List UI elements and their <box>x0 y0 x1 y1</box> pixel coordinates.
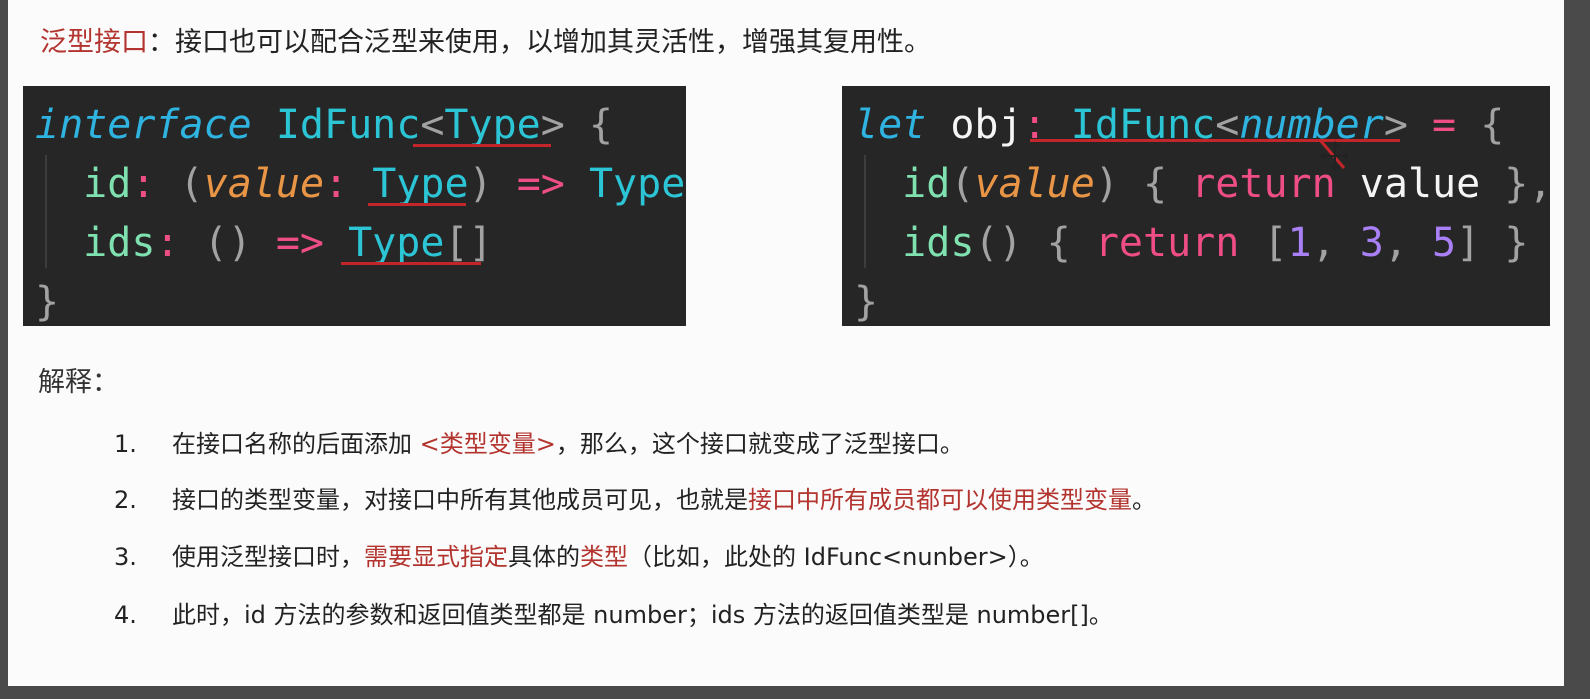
code-block-object: let obj: IdFunc<number> = { id(value) { … <box>842 86 1553 326</box>
red-underline-return-type <box>341 262 481 265</box>
explain-item-3: 3. 使用泛型接口时，需要显式指定具体的类型（比如，此处的 IdFunc<nunb… <box>114 543 1044 571</box>
code-line-1: let obj: IdFunc<number> = { <box>854 102 1505 148</box>
move-cursor-icon <box>1318 139 1348 171</box>
code-line-1: interface IdFunc<Type> { <box>35 102 614 148</box>
code-line-2: id: (value: Type) => Type <box>83 161 686 207</box>
code-line-4: } <box>854 279 879 325</box>
code-line-2: id(value) { return value }, <box>902 161 1553 207</box>
code-block-interface: interface IdFunc<Type> { id: (value: Typ… <box>23 86 686 326</box>
slide-page: 泛型接口：接口也可以配合泛型来使用，以增加其灵活性，增强其复用性。 interf… <box>8 0 1564 686</box>
explain-item-2: 2. 接口的类型变量，对接口中所有其他成员可见，也就是接口中所有成员都可以使用类型… <box>114 486 1156 514</box>
red-underline-param-type <box>368 203 466 206</box>
red-underline-type-param <box>413 144 551 147</box>
slide-heading: 泛型接口：接口也可以配合泛型来使用，以增加其灵活性，增强其复用性。 <box>40 20 931 59</box>
explain-title: 解释： <box>38 367 119 398</box>
explain-item-1: 1. 在接口名称的后面添加 <类型变量>，那么，这个接口就变成了泛型接口。 <box>114 430 964 458</box>
heading-text: ：接口也可以配合泛型来使用，以增加其灵活性，增强其复用性。 <box>148 27 931 58</box>
code-line-3: ids() { return [1, 3, 5] } <box>902 220 1529 266</box>
explain-item-4: 4. 此时，id 方法的参数和返回值类型都是 number；ids 方法的返回值类… <box>114 601 1113 629</box>
heading-term: 泛型接口 <box>40 27 148 58</box>
code-line-4: } <box>35 279 60 325</box>
